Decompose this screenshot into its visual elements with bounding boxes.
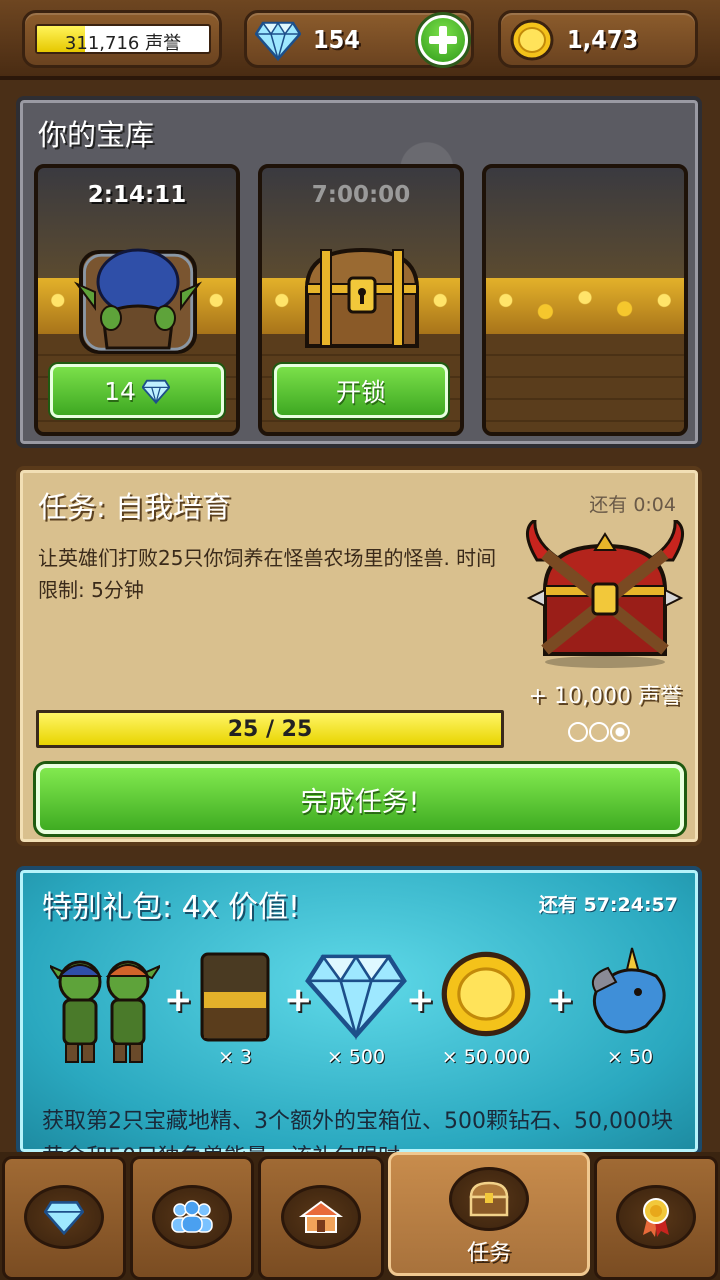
treasury-panel: 你的宝库 2:14:11 14 7:00:00 开锁 [16, 96, 702, 448]
quest-time-left: 还有 0:04 [589, 494, 676, 516]
plus-icon [421, 18, 465, 62]
quest-progress-text: 25 / 25 [227, 717, 313, 742]
buy-gems-button[interactable] [415, 12, 471, 68]
chest-icon [469, 1181, 509, 1217]
diamond-icon [44, 1201, 84, 1235]
complete-quest-button[interactable]: 完成任务! [36, 764, 684, 834]
diamond-icon [255, 21, 301, 61]
quest-description: 让英雄们打败25只你饲养在怪兽农场里的怪兽. 时间限制: 5分钟 [38, 546, 497, 602]
unlock-chest-button[interactable]: 开锁 [274, 364, 448, 418]
nav-tab-shop[interactable] [2, 1156, 126, 1280]
fame-value: 311,716 声誉 [64, 33, 182, 54]
unlock-label: 开锁 [335, 378, 386, 407]
nav-disc [449, 1167, 529, 1231]
wood-floor [486, 334, 684, 432]
quest-title: 任务: 自我培育 [38, 490, 231, 524]
vault-slot-2[interactable]: 7:00:00 开锁 [258, 164, 464, 436]
pack-title: 特别礼包: 4x 价值! [42, 890, 301, 925]
nav-disc [616, 1185, 696, 1249]
nav-tab-achievements[interactable] [594, 1156, 718, 1280]
plus-sign: + [406, 980, 435, 1020]
pack-qty-gems: × 500 [326, 1046, 386, 1068]
gold-counter[interactable]: 1,473 [498, 10, 698, 68]
gold-coin-icon [441, 951, 531, 1037]
quest-stage-dot [589, 722, 609, 742]
medal-icon [643, 1198, 669, 1237]
goblin-in-chest-icon [73, 248, 203, 354]
quest-stage-dot [610, 722, 630, 742]
fame-meter[interactable]: 311,716 声誉 [22, 10, 222, 68]
fame-bar: 311,716 声誉 [35, 24, 211, 54]
gold-value: 1,473 [567, 25, 639, 54]
treasure-chest-icon [304, 247, 420, 348]
plus-sign: + [164, 980, 193, 1020]
quest-stage-dots [568, 722, 630, 742]
diamond-icon [141, 379, 170, 404]
heroes-icon [171, 1200, 213, 1233]
pack-description: 获取第2只宝藏地精、3个额外的宝箱位、500颗钻石、50,000块黄金和50只独… [42, 1109, 673, 1152]
nav-label-quests: 任务 [466, 1241, 511, 1266]
gems-value: 154 [313, 25, 360, 54]
slot-timer: 7:00:00 [311, 182, 411, 208]
diamond-icon [305, 954, 407, 1040]
gold-coin-icon [510, 19, 554, 61]
bottom-nav: 任务 [0, 1152, 720, 1280]
horned-chest-icon [526, 520, 684, 668]
nav-disc [281, 1185, 361, 1249]
pack-qty-slots: × 3 [217, 1046, 253, 1068]
pack-qty-unicorn: × 50 [606, 1046, 654, 1068]
quest-progress-bar: 25 / 25 [36, 710, 504, 748]
unicorn-icon [592, 947, 666, 1034]
unlock-gem-cost: 14 [104, 376, 136, 406]
nav-tab-farm[interactable] [258, 1156, 384, 1280]
treasury-title: 你的宝库 [38, 118, 155, 152]
pack-qty-gold: × 50.000 [441, 1046, 531, 1068]
nav-tab-quests[interactable]: 任务 [388, 1152, 590, 1276]
goblins-icon [50, 960, 160, 1063]
quest-panel: 任务: 自我培育 还有 0:04 让英雄们打败25只你饲养在怪兽农场里的怪兽. … [16, 466, 702, 846]
nav-tab-heroes[interactable] [130, 1156, 254, 1280]
vault-slot-1[interactable]: 2:14:11 14 [34, 164, 240, 436]
slot-timer: 2:14:11 [87, 182, 187, 208]
vault-slot-3-empty[interactable] [482, 164, 688, 436]
plus-sign: + [546, 980, 575, 1020]
vault-slot-icon [200, 952, 270, 1042]
complete-quest-label: 完成任务! [300, 786, 420, 818]
nav-disc [24, 1185, 104, 1249]
unlock-with-gems-button[interactable]: 14 [50, 364, 224, 418]
gold-pile [486, 278, 684, 334]
quest-stage-dot [568, 722, 588, 742]
farm-icon [298, 1200, 344, 1233]
top-bar: 311,716 声誉 154 1,473 [0, 0, 720, 80]
quest-reward: + 10,000 声誉 [528, 684, 682, 709]
nav-disc [152, 1185, 232, 1249]
special-pack-panel[interactable]: 特别礼包: 4x 价值! 还有 57:24:57 + × 3 + × 500 + [16, 866, 702, 1156]
pack-time-left: 还有 57:24:57 [538, 894, 678, 916]
